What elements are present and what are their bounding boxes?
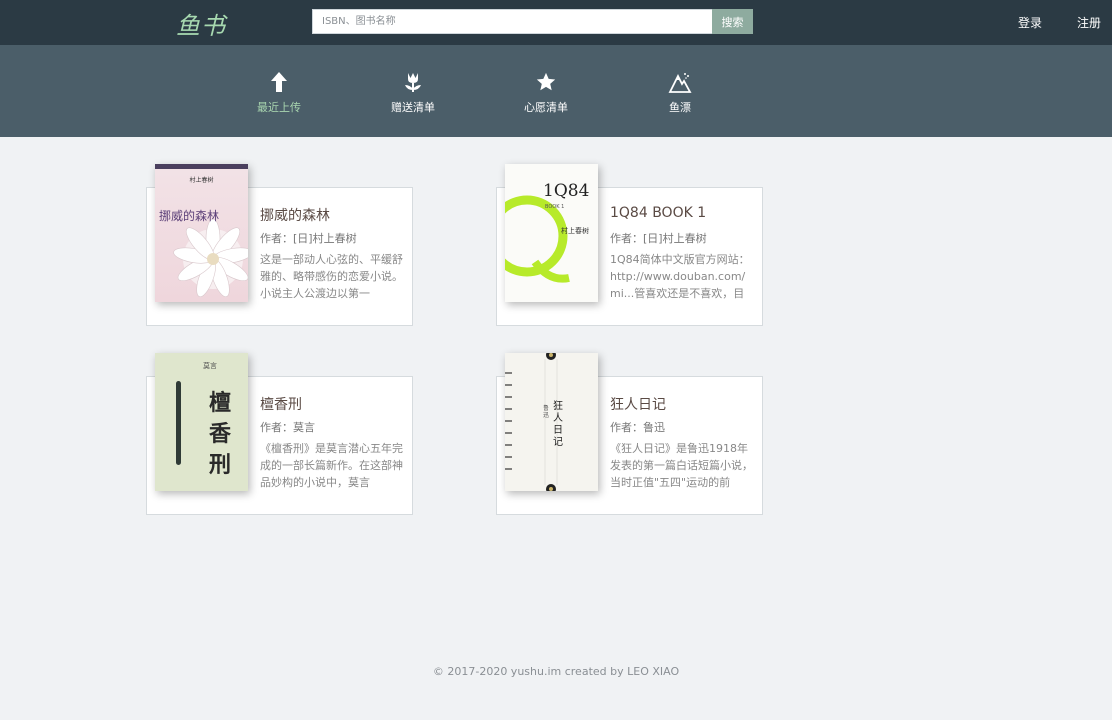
star-icon — [501, 67, 591, 95]
book-cover[interactable]: 挪威的森林 村上春树 — [155, 164, 248, 302]
book-card[interactable]: 挪威的森林 村上春树 挪威的森林 作者：[日]村上春树 这是一部动人心弦的、平缓… — [146, 164, 413, 326]
book-cover[interactable]: 1Q84 BOOK 1 村上春树 — [505, 164, 598, 302]
cover-title: 檀香刑 — [209, 390, 232, 478]
subnav-label: 最近上传 — [257, 101, 301, 114]
cover-author: 莫言 — [203, 362, 217, 370]
cover-brush-stroke — [176, 381, 181, 465]
book-title[interactable]: 1Q84 BOOK 1 — [610, 205, 706, 221]
book-summary: 《狂人日记》是鲁迅1918年发表的第一篇白话短篇小说，当时正值"五四"运动的前 — [610, 442, 753, 489]
book-card[interactable]: 1Q84 BOOK 1 村上春树 1Q84 BOOK 1 作者：[日]村上春树 … — [496, 164, 763, 326]
subnav-fish-float[interactable]: 鱼漂 — [635, 67, 725, 115]
login-link[interactable]: 登录 — [1018, 14, 1042, 31]
mountain-icon — [635, 67, 725, 95]
book-title[interactable]: 檀香刑 — [260, 394, 302, 414]
search-input[interactable] — [312, 9, 712, 34]
book-author: 作者：[日]村上春树 — [610, 232, 707, 245]
book-card[interactable]: 莫言 檀香刑 檀香刑 作者：莫言 《檀香刑》是莫言潜心五年完成的一部长篇新作。在… — [146, 353, 413, 515]
site-logo[interactable]: 鱼书 — [176, 6, 226, 41]
cover-author: 鲁迅 — [543, 405, 550, 419]
search-button[interactable]: 搜索 — [712, 9, 753, 34]
book-title[interactable]: 挪威的森林 — [260, 205, 330, 225]
page-footer: © 2017-2020 yushu.im created by LEO XIAO — [432, 665, 680, 678]
cover-subtitle: BOOK 1 — [545, 204, 565, 210]
book-cover[interactable]: 莫言 檀香刑 — [155, 353, 248, 491]
subnav-label: 鱼漂 — [669, 101, 691, 114]
cover-author: 村上春树 — [561, 227, 589, 235]
book-cover[interactable]: 狂人日记 鲁迅 — [505, 353, 598, 491]
cover-title: 狂人日记 — [553, 401, 563, 448]
arrow-up-icon — [234, 67, 324, 95]
book-summary: 《檀香刑》是莫言潜心五年完成的一部长篇新作。在这部神品妙构的小说中，莫言 — [260, 442, 403, 489]
book-summary: 1Q84简体中文版官方网站：http://www.douban.com/mi..… — [610, 253, 750, 300]
book-card[interactable]: 狂人日记 鲁迅 狂人日记 作者：鲁迅 《狂人日记》是鲁迅1918年发表的第一篇白… — [496, 353, 763, 515]
cover-author: 村上春树 — [189, 177, 214, 184]
book-author: 作者：鲁迅 — [610, 421, 665, 434]
book-summary: 这是一部动人心弦的、平缓舒雅的、略带感伤的恋爱小说。小说主人公渡边以第一 — [260, 253, 403, 300]
book-title[interactable]: 狂人日记 — [610, 394, 666, 414]
book-author: 作者：[日]村上春树 — [260, 232, 357, 245]
sub-navbar: 最近上传 赠送清单 心愿清单 鱼漂 — [0, 45, 1112, 137]
register-link[interactable]: 注册 — [1077, 14, 1101, 31]
subnav-label: 心愿清单 — [524, 101, 568, 114]
subnav-wish-list[interactable]: 心愿清单 — [501, 67, 591, 115]
flower-icon — [368, 67, 458, 95]
top-navbar: 鱼书 搜索 登录 注册 — [0, 0, 1112, 45]
search-form: 搜索 — [312, 9, 753, 34]
cover-title: 1Q84 — [543, 181, 590, 201]
subnav-recent-uploads[interactable]: 最近上传 — [234, 67, 324, 115]
subnav-gift-list[interactable]: 赠送清单 — [368, 67, 458, 115]
subnav-label: 赠送清单 — [391, 101, 435, 114]
book-author: 作者：莫言 — [260, 421, 315, 434]
cover-title: 挪威的森林 — [158, 209, 219, 223]
